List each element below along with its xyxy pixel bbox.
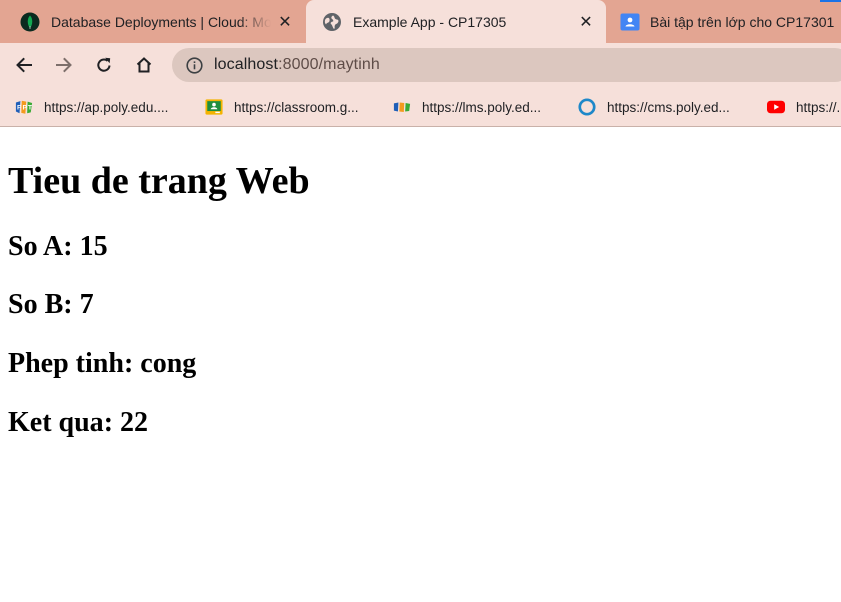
url-text[interactable]: localhost:8000/maytinh — [214, 56, 380, 74]
field-label: So A — [8, 231, 80, 262]
page-content: Tieu de trang Web So A15 So B7 Phep tinh… — [0, 128, 841, 602]
google-classroom-icon — [620, 12, 640, 32]
tab-scroll-indicator — [820, 0, 841, 2]
close-tab-icon[interactable]: ✕ — [271, 8, 299, 36]
svg-text:F: F — [17, 105, 21, 112]
fpt-logo-icon: F P T — [15, 98, 33, 116]
bookmark-label: https://lms.poly.ed... — [422, 99, 542, 115]
field-value: 15 — [79, 231, 108, 262]
field-phep-tinh: Phep tinhcong — [8, 348, 196, 380]
bookmark-lms-poly[interactable]: https://lms.poly.ed... — [393, 96, 541, 118]
field-label: So B — [8, 289, 80, 320]
url-path: :8000/maytinh — [278, 56, 380, 73]
browser-toolbar: localhost:8000/maytinh — [0, 43, 841, 87]
home-icon — [136, 57, 152, 73]
forward-button[interactable] — [50, 51, 78, 79]
bookmark-classroom[interactable]: https://classroom.g... — [205, 96, 359, 118]
field-value: 22 — [120, 407, 149, 438]
svg-text:T: T — [28, 105, 33, 112]
reload-icon — [97, 57, 111, 72]
bookmark-cms-poly[interactable]: https://cms.poly.ed... — [578, 96, 730, 118]
globe-icon — [322, 12, 342, 32]
bookmark-label: https://... — [796, 99, 841, 115]
tab-strip: Database Deployments | Cloud: MongoDB Cl… — [0, 0, 841, 43]
mongodb-leaf-icon — [20, 12, 40, 32]
url-host: localhost — [214, 56, 279, 73]
bookmark-ap-poly[interactable]: F P T https://ap.poly.edu.... — [15, 96, 168, 118]
field-ket-qua: Ket qua22 — [8, 407, 148, 439]
close-tab-icon[interactable]: ✕ — [572, 8, 600, 36]
tab-classroom[interactable]: Bài tập trên lớp cho CP17301 — [606, 0, 841, 43]
tab-example-app[interactable]: Example App - CP17305 ✕ — [306, 0, 606, 43]
bookmark-label: https://cms.poly.ed... — [607, 99, 730, 115]
tab-title: Example App - CP17305 — [353, 13, 507, 30]
back-button[interactable] — [10, 51, 38, 79]
youtube-icon — [767, 98, 785, 116]
field-so-b: So B7 — [8, 289, 94, 321]
bookmarks-bar: F P T https://ap.poly.edu.... https://cl… — [0, 87, 841, 127]
bookmark-label: https://classroom.g... — [234, 99, 359, 115]
cms-ring-icon — [578, 98, 596, 116]
bookmark-label: https://ap.poly.edu.... — [44, 99, 169, 115]
svg-text:P: P — [23, 105, 28, 112]
page-title: Tieu de trang Web — [8, 160, 310, 202]
field-value: 7 — [79, 289, 94, 320]
google-classroom-icon — [205, 98, 223, 116]
field-so-a: So A15 — [8, 231, 108, 263]
bookmark-youtube[interactable]: https://... — [767, 96, 841, 118]
home-button[interactable] — [130, 51, 158, 79]
field-label: Ket qua — [8, 407, 120, 438]
address-bar[interactable]: localhost:8000/maytinh — [172, 48, 841, 82]
forward-arrow-icon — [56, 57, 72, 73]
tab-database-deployments[interactable]: Database Deployments | Cloud: MongoDB Cl… — [0, 0, 305, 43]
reload-button[interactable] — [90, 51, 118, 79]
tab-title: Database Deployments | Cloud: MongoDB Cl… — [51, 13, 271, 30]
field-value: cong — [140, 348, 197, 379]
field-label: Phep tinh — [8, 348, 140, 379]
info-icon[interactable] — [185, 56, 203, 74]
back-arrow-icon — [16, 57, 32, 73]
fpt-logo-icon — [393, 98, 411, 116]
tab-title: Bài tập trên lớp cho CP17301 — [650, 13, 835, 30]
